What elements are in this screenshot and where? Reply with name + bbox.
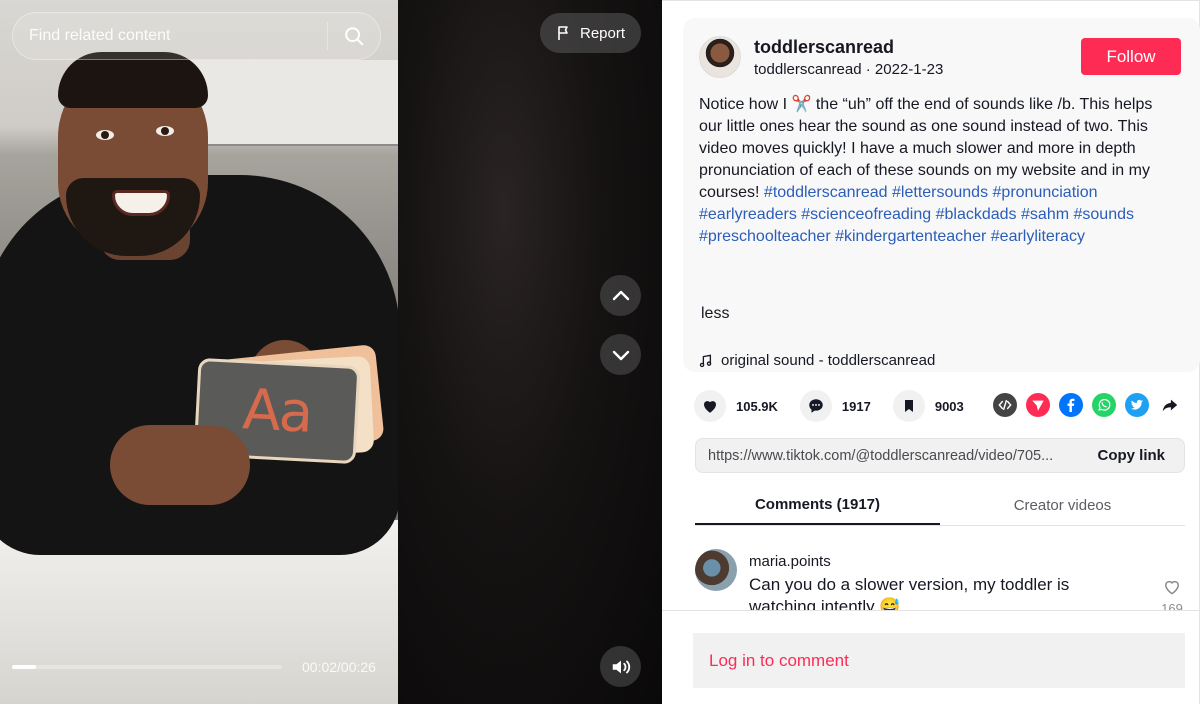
- report-button[interactable]: Report: [540, 13, 641, 53]
- scissors-emoji: ✂️: [791, 96, 812, 113]
- hashtag-link[interactable]: #blackdads: [936, 206, 1017, 223]
- comment-button[interactable]: [799, 390, 832, 422]
- person-hand-left: [110, 425, 250, 505]
- comment-count: 1917: [841, 398, 871, 414]
- hashtag-link[interactable]: #sounds: [1074, 206, 1135, 223]
- comment-like-button[interactable]: 169: [1160, 577, 1184, 611]
- detail-tabs: Comments (1917) Creator videos: [695, 485, 1185, 526]
- flash-card-letters: Aa: [241, 376, 313, 446]
- share-arrow-icon[interactable]: [1158, 393, 1182, 417]
- hashtag-link[interactable]: #toddlerscanread: [764, 184, 888, 201]
- comment-avatar[interactable]: [695, 549, 737, 591]
- video-time: 00:02/00:26: [302, 659, 376, 675]
- sound-name: original sound - toddlerscanread: [721, 352, 936, 369]
- person-eye-right: [156, 126, 174, 136]
- less-toggle[interactable]: less: [701, 305, 729, 323]
- video-url: https://www.tiktok.com/@toddlerscanread/…: [708, 447, 1054, 464]
- comment-like-count: 169: [1161, 601, 1183, 611]
- hashtag-link[interactable]: #scienceofreading: [801, 206, 931, 223]
- like-count: 105.9K: [736, 398, 778, 414]
- person-eye-left: [96, 130, 114, 140]
- facebook-icon[interactable]: [1059, 393, 1083, 417]
- share-options: [993, 393, 1182, 417]
- tab-comments[interactable]: Comments (1917): [695, 485, 940, 525]
- post-date: 2022-1-23: [874, 61, 944, 78]
- author-handle[interactable]: toddlerscanread: [754, 61, 862, 78]
- like-action[interactable]: 105.9K: [694, 390, 778, 422]
- comment-bubble-icon: [809, 399, 823, 413]
- video-progress-fill: [12, 665, 37, 669]
- heart-outline-icon: [1164, 580, 1180, 595]
- video-detail-panel: toddlerscanread toddlerscanread · 2022-1…: [662, 0, 1200, 704]
- next-video-button[interactable]: [600, 334, 641, 375]
- hashtag-link[interactable]: #lettersounds: [892, 184, 988, 201]
- save-action[interactable]: 9003: [892, 390, 964, 422]
- save-count: 9003: [934, 398, 964, 414]
- video-progress-bar[interactable]: [12, 665, 282, 669]
- author-avatar[interactable]: [699, 36, 741, 78]
- like-button[interactable]: [694, 390, 726, 422]
- video-frame[interactable]: Aa: [0, 0, 398, 704]
- video-link-box: https://www.tiktok.com/@toddlerscanread/…: [695, 438, 1185, 473]
- login-to-comment-label: Log in to comment: [709, 650, 849, 670]
- comment-action[interactable]: 1917: [799, 390, 871, 422]
- hashtag-link[interactable]: #earlyreaders: [699, 206, 797, 223]
- chevron-up-icon: [612, 290, 629, 300]
- previous-video-button[interactable]: [600, 275, 641, 316]
- video-player[interactable]: Aa Report 00:02/00:26: [0, 0, 662, 704]
- whatsapp-icon[interactable]: [1092, 393, 1116, 417]
- comments-list[interactable]: maria.points Can you do a slower version…: [662, 527, 1200, 611]
- search-icon: [345, 27, 364, 46]
- engagement-actions: 105.9K 1917 9003: [694, 390, 986, 422]
- bookmark-icon: [904, 400, 913, 412]
- author-meta: toddlerscanread · 2022-1-23: [754, 61, 943, 78]
- volume-icon: [612, 660, 630, 673]
- description-text-before: Notice how I: [699, 96, 792, 113]
- sound-link[interactable]: original sound - toddlerscanread: [699, 352, 935, 369]
- follow-button[interactable]: Follow: [1081, 38, 1181, 75]
- music-note-icon: [699, 354, 712, 367]
- comment-text: Can you do a slower version, my toddler …: [749, 575, 1070, 611]
- related-search-input[interactable]: [13, 13, 327, 59]
- hashtag-link[interactable]: #preschoolteacher: [699, 228, 831, 245]
- person-mouth: [112, 190, 170, 216]
- copy-link-button[interactable]: Copy link: [1081, 447, 1184, 464]
- heart-icon: [704, 401, 716, 413]
- description-card: toddlerscanread toddlerscanread · 2022-1…: [683, 18, 1200, 372]
- save-button[interactable]: [892, 390, 925, 422]
- volume-button[interactable]: [600, 646, 641, 687]
- meta-separator: ·: [861, 61, 875, 78]
- related-search-bar: [12, 12, 381, 60]
- hashtag-link[interactable]: #sahm: [1021, 206, 1069, 223]
- tab-creator-videos[interactable]: Creator videos: [940, 485, 1185, 525]
- person-hair: [58, 52, 208, 108]
- send-icon[interactable]: [1026, 393, 1050, 417]
- chevron-down-icon: [612, 350, 629, 360]
- flag-icon: [558, 26, 568, 40]
- search-button[interactable]: [328, 13, 380, 59]
- comment-username[interactable]: maria.points: [749, 553, 831, 570]
- video-description: Notice how I ✂️ the “uh” off the end of …: [699, 94, 1169, 248]
- report-label: Report: [579, 24, 626, 42]
- author-username[interactable]: toddlerscanread: [754, 37, 894, 58]
- hashtag-link[interactable]: #pronunciation: [993, 184, 1098, 201]
- hashtag-link[interactable]: #earlyliteracy: [991, 228, 1085, 245]
- login-to-comment-bar[interactable]: Log in to comment: [693, 633, 1185, 688]
- embed-icon[interactable]: [993, 393, 1017, 417]
- twitter-icon[interactable]: [1125, 393, 1149, 417]
- hashtag-link[interactable]: #kindergartenteacher: [835, 228, 986, 245]
